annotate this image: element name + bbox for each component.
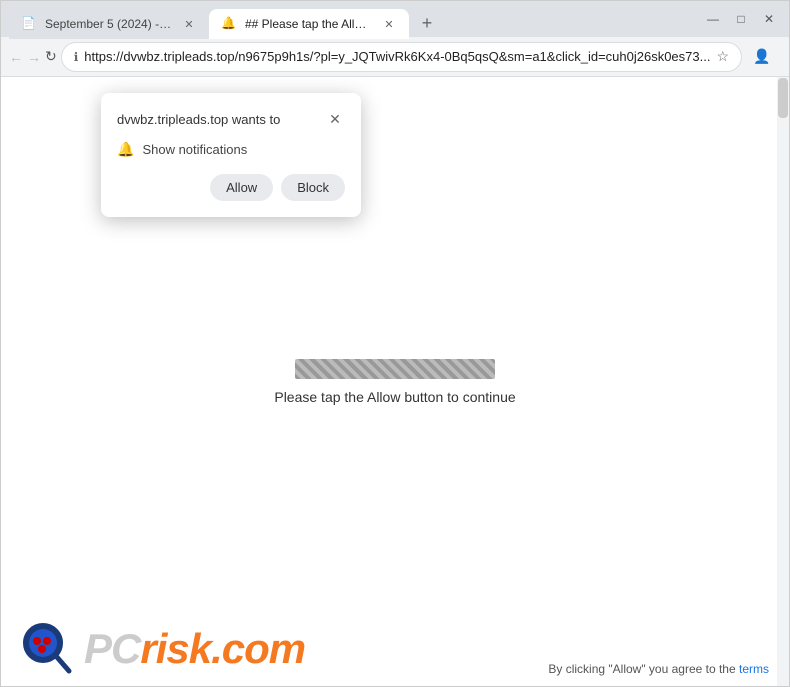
forward-button[interactable]: → <box>27 41 41 73</box>
dotcom-text: .com <box>211 625 305 672</box>
disclaimer-text: By clicking "Allow" you agree to the <box>548 662 735 676</box>
pc-text: PC <box>84 625 140 672</box>
pcrisk-icon <box>21 621 76 676</box>
block-button[interactable]: Block <box>281 174 345 201</box>
back-button[interactable]: ← <box>9 41 23 73</box>
tab-1-favicon: 📄 <box>21 16 37 32</box>
address-security-icon: ℹ <box>74 50 79 64</box>
progress-bar <box>295 359 495 379</box>
scrollbar[interactable] <box>777 77 789 686</box>
bell-icon: 🔔 <box>117 141 134 158</box>
tab-2-favicon: 🔔 <box>221 16 237 32</box>
forward-icon: → <box>27 49 41 65</box>
maximize-button[interactable]: □ <box>729 7 753 31</box>
tab-2-title: ## Please tap the Allow button... <box>245 17 373 31</box>
refresh-button[interactable]: ↻ <box>45 41 57 73</box>
tab-2[interactable]: 🔔 ## Please tap the Allow button... ✕ <box>209 9 409 39</box>
popup-permission-text: Show notifications <box>142 142 247 157</box>
close-button[interactable]: ✕ <box>757 7 781 31</box>
popup-header: dvwbz.tripleads.top wants to ✕ <box>117 109 345 129</box>
popup-close-icon[interactable]: ✕ <box>325 109 345 129</box>
minimize-button[interactable]: — <box>701 7 725 31</box>
page-content: dvwbz.tripleads.top wants to ✕ 🔔 Show no… <box>1 77 789 686</box>
tab-2-close-icon[interactable]: ✕ <box>381 16 397 32</box>
tab-bar: 📄 September 5 (2024) - YTS - Do... ✕ 🔔 #… <box>9 1 689 37</box>
tab-1-close-icon[interactable]: ✕ <box>181 16 197 32</box>
allow-button[interactable]: Allow <box>210 174 273 201</box>
back-icon: ← <box>9 49 23 65</box>
footer-logo-area: PCrisk.com <box>21 621 305 676</box>
address-bar[interactable]: ℹ https://dvwbz.tripleads.top/n9675p9h1s… <box>61 42 742 72</box>
popup-buttons: Allow Block <box>117 174 345 201</box>
profile-button[interactable]: 👤 <box>746 41 778 73</box>
popup-title: dvwbz.tripleads.top wants to <box>117 112 280 127</box>
new-tab-button[interactable]: + <box>413 9 441 37</box>
refresh-icon: ↻ <box>45 48 57 65</box>
profile-icon: 👤 <box>753 48 770 65</box>
risk-orange-text: risk <box>140 625 211 672</box>
pcrisk-text-logo: PCrisk.com <box>84 625 305 673</box>
permission-popup: dvwbz.tripleads.top wants to ✕ 🔔 Show no… <box>101 93 361 217</box>
terms-link[interactable]: terms <box>739 662 769 676</box>
nav-extras: 👤 ⋮ <box>746 41 790 73</box>
tab-1-title: September 5 (2024) - YTS - Do... <box>45 17 173 31</box>
tab-1[interactable]: 📄 September 5 (2024) - YTS - Do... ✕ <box>9 9 209 39</box>
bookmark-icon[interactable]: ☆ <box>716 48 729 65</box>
popup-permission-row: 🔔 Show notifications <box>117 141 345 158</box>
window-controls: — □ ✕ <box>701 7 781 31</box>
progress-bar-container <box>295 359 495 379</box>
menu-button[interactable]: ⋮ <box>780 41 790 73</box>
scrollbar-thumb[interactable] <box>778 78 788 118</box>
title-bar: 📄 September 5 (2024) - YTS - Do... ✕ 🔔 #… <box>1 1 789 37</box>
address-text: https://dvwbz.tripleads.top/n9675p9h1s/?… <box>84 49 710 64</box>
page-instruction: Please tap the Allow button to continue <box>274 389 515 405</box>
nav-bar: ← → ↻ ℹ https://dvwbz.tripleads.top/n967… <box>1 37 789 77</box>
browser-window: 📄 September 5 (2024) - YTS - Do... ✕ 🔔 #… <box>0 0 790 687</box>
bottom-right-disclaimer: By clicking "Allow" you agree to the ter… <box>548 662 769 676</box>
